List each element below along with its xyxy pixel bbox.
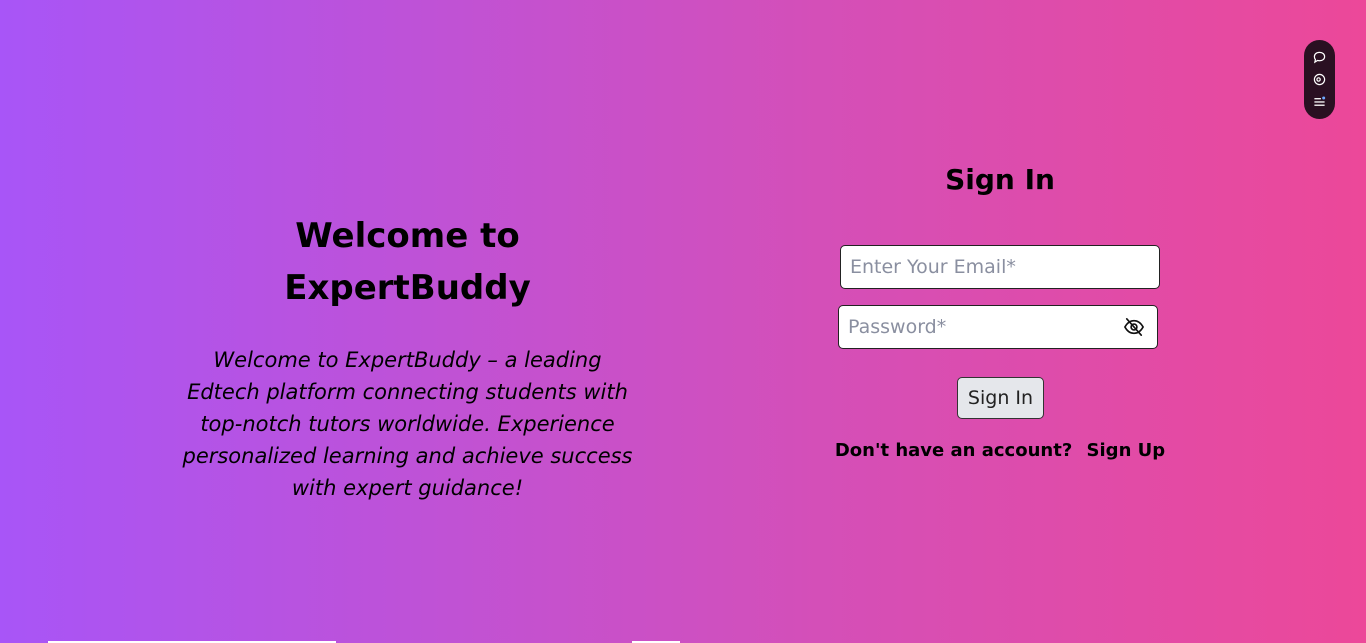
eye-icon[interactable] (1313, 72, 1327, 86)
welcome-panel: Welcome to ExpertBuddy Welcome to Expert… (170, 210, 645, 504)
floating-toolbar (1304, 40, 1335, 119)
signin-button[interactable]: Sign In (957, 377, 1044, 419)
signup-row: Don't have an account? Sign Up (830, 440, 1170, 461)
signin-panel: Sign In Sign In Don't have an account? S… (830, 155, 1170, 461)
signup-link[interactable]: Sign Up (1087, 440, 1166, 461)
password-field[interactable] (838, 305, 1158, 349)
list-icon[interactable] (1313, 95, 1327, 109)
welcome-description: Welcome to ExpertBuddy – a leading Edtec… (182, 348, 633, 500)
no-account-text: Don't have an account? (834, 440, 1073, 461)
eye-off-icon[interactable] (1123, 317, 1145, 337)
chat-icon[interactable] (1313, 50, 1327, 64)
email-field[interactable] (840, 245, 1160, 289)
signin-title: Sign In (945, 163, 1055, 196)
welcome-title: Welcome to ExpertBuddy (284, 216, 531, 308)
